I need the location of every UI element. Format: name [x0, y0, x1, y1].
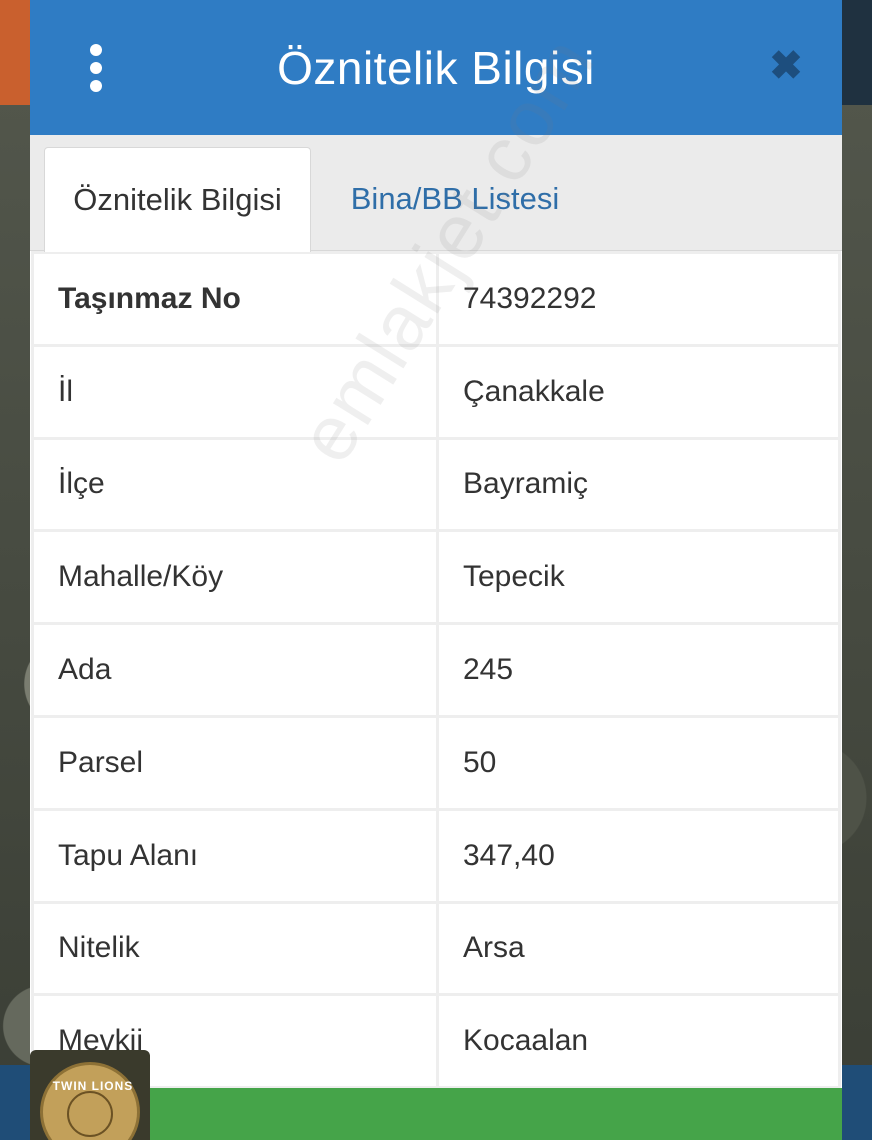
- attribute-value: 245: [436, 622, 841, 718]
- table-row: Mahalle/Köy Tepecik: [31, 529, 841, 626]
- table-row: Parsel 50: [31, 714, 841, 811]
- attribute-key: İlçe: [31, 436, 439, 533]
- action-button-bar[interactable]: [30, 1088, 842, 1140]
- tab-oznitelik-bilgisi[interactable]: Öznitelik Bilgisi: [44, 147, 311, 252]
- attribute-value: 74392292: [436, 251, 841, 347]
- attribute-value: Tepecik: [436, 529, 841, 626]
- table-row: Taşınmaz No 74392292: [31, 251, 841, 347]
- attribute-key: Mahalle/Köy: [31, 529, 439, 626]
- attribute-value: Arsa: [436, 900, 841, 997]
- close-icon[interactable]: ✖: [766, 46, 806, 86]
- table-row: İlçe Bayramiç: [31, 436, 841, 533]
- twin-lions-logo: TWIN LIONS: [30, 1050, 150, 1140]
- logo-ring: TWIN LIONS: [40, 1062, 140, 1140]
- attribute-table: Taşınmaz No 74392292 İl Çanakkale İlçe B…: [31, 251, 841, 1090]
- dialog-title: Öznitelik Bilgisi: [277, 41, 595, 94]
- table-row: Mevkii Kocaalan: [31, 993, 841, 1090]
- attribute-dialog: Öznitelik Bilgisi ✖ Öznitelik Bilgisi Bi…: [30, 0, 842, 1140]
- map-edge-orange: [0, 0, 30, 105]
- tab-bina-bb-listesi[interactable]: Bina/BB Listesi: [330, 147, 580, 251]
- attribute-key: Parsel: [31, 714, 439, 811]
- attribute-key: İl: [31, 343, 439, 440]
- lion-icon: [67, 1091, 113, 1137]
- table-row: Nitelik Arsa: [31, 900, 841, 997]
- table-row: Tapu Alanı 347,40: [31, 807, 841, 904]
- attribute-key: Tapu Alanı: [31, 807, 439, 904]
- map-edge-right: [842, 0, 872, 105]
- tab-bar: Öznitelik Bilgisi Bina/BB Listesi: [30, 135, 842, 252]
- table-row: İl Çanakkale: [31, 343, 841, 440]
- attribute-value: Kocaalan: [436, 993, 841, 1090]
- attribute-key: Taşınmaz No: [31, 251, 439, 347]
- attribute-value: Bayramiç: [436, 436, 841, 533]
- more-vertical-icon[interactable]: [86, 44, 106, 92]
- dialog-header: Öznitelik Bilgisi ✖: [30, 0, 842, 135]
- attribute-value: 50: [436, 714, 841, 811]
- attribute-key: Nitelik: [31, 900, 439, 997]
- attribute-value: 347,40: [436, 807, 841, 904]
- attribute-value: Çanakkale: [436, 343, 841, 440]
- table-row: Ada 245: [31, 622, 841, 718]
- attribute-key: Ada: [31, 622, 439, 718]
